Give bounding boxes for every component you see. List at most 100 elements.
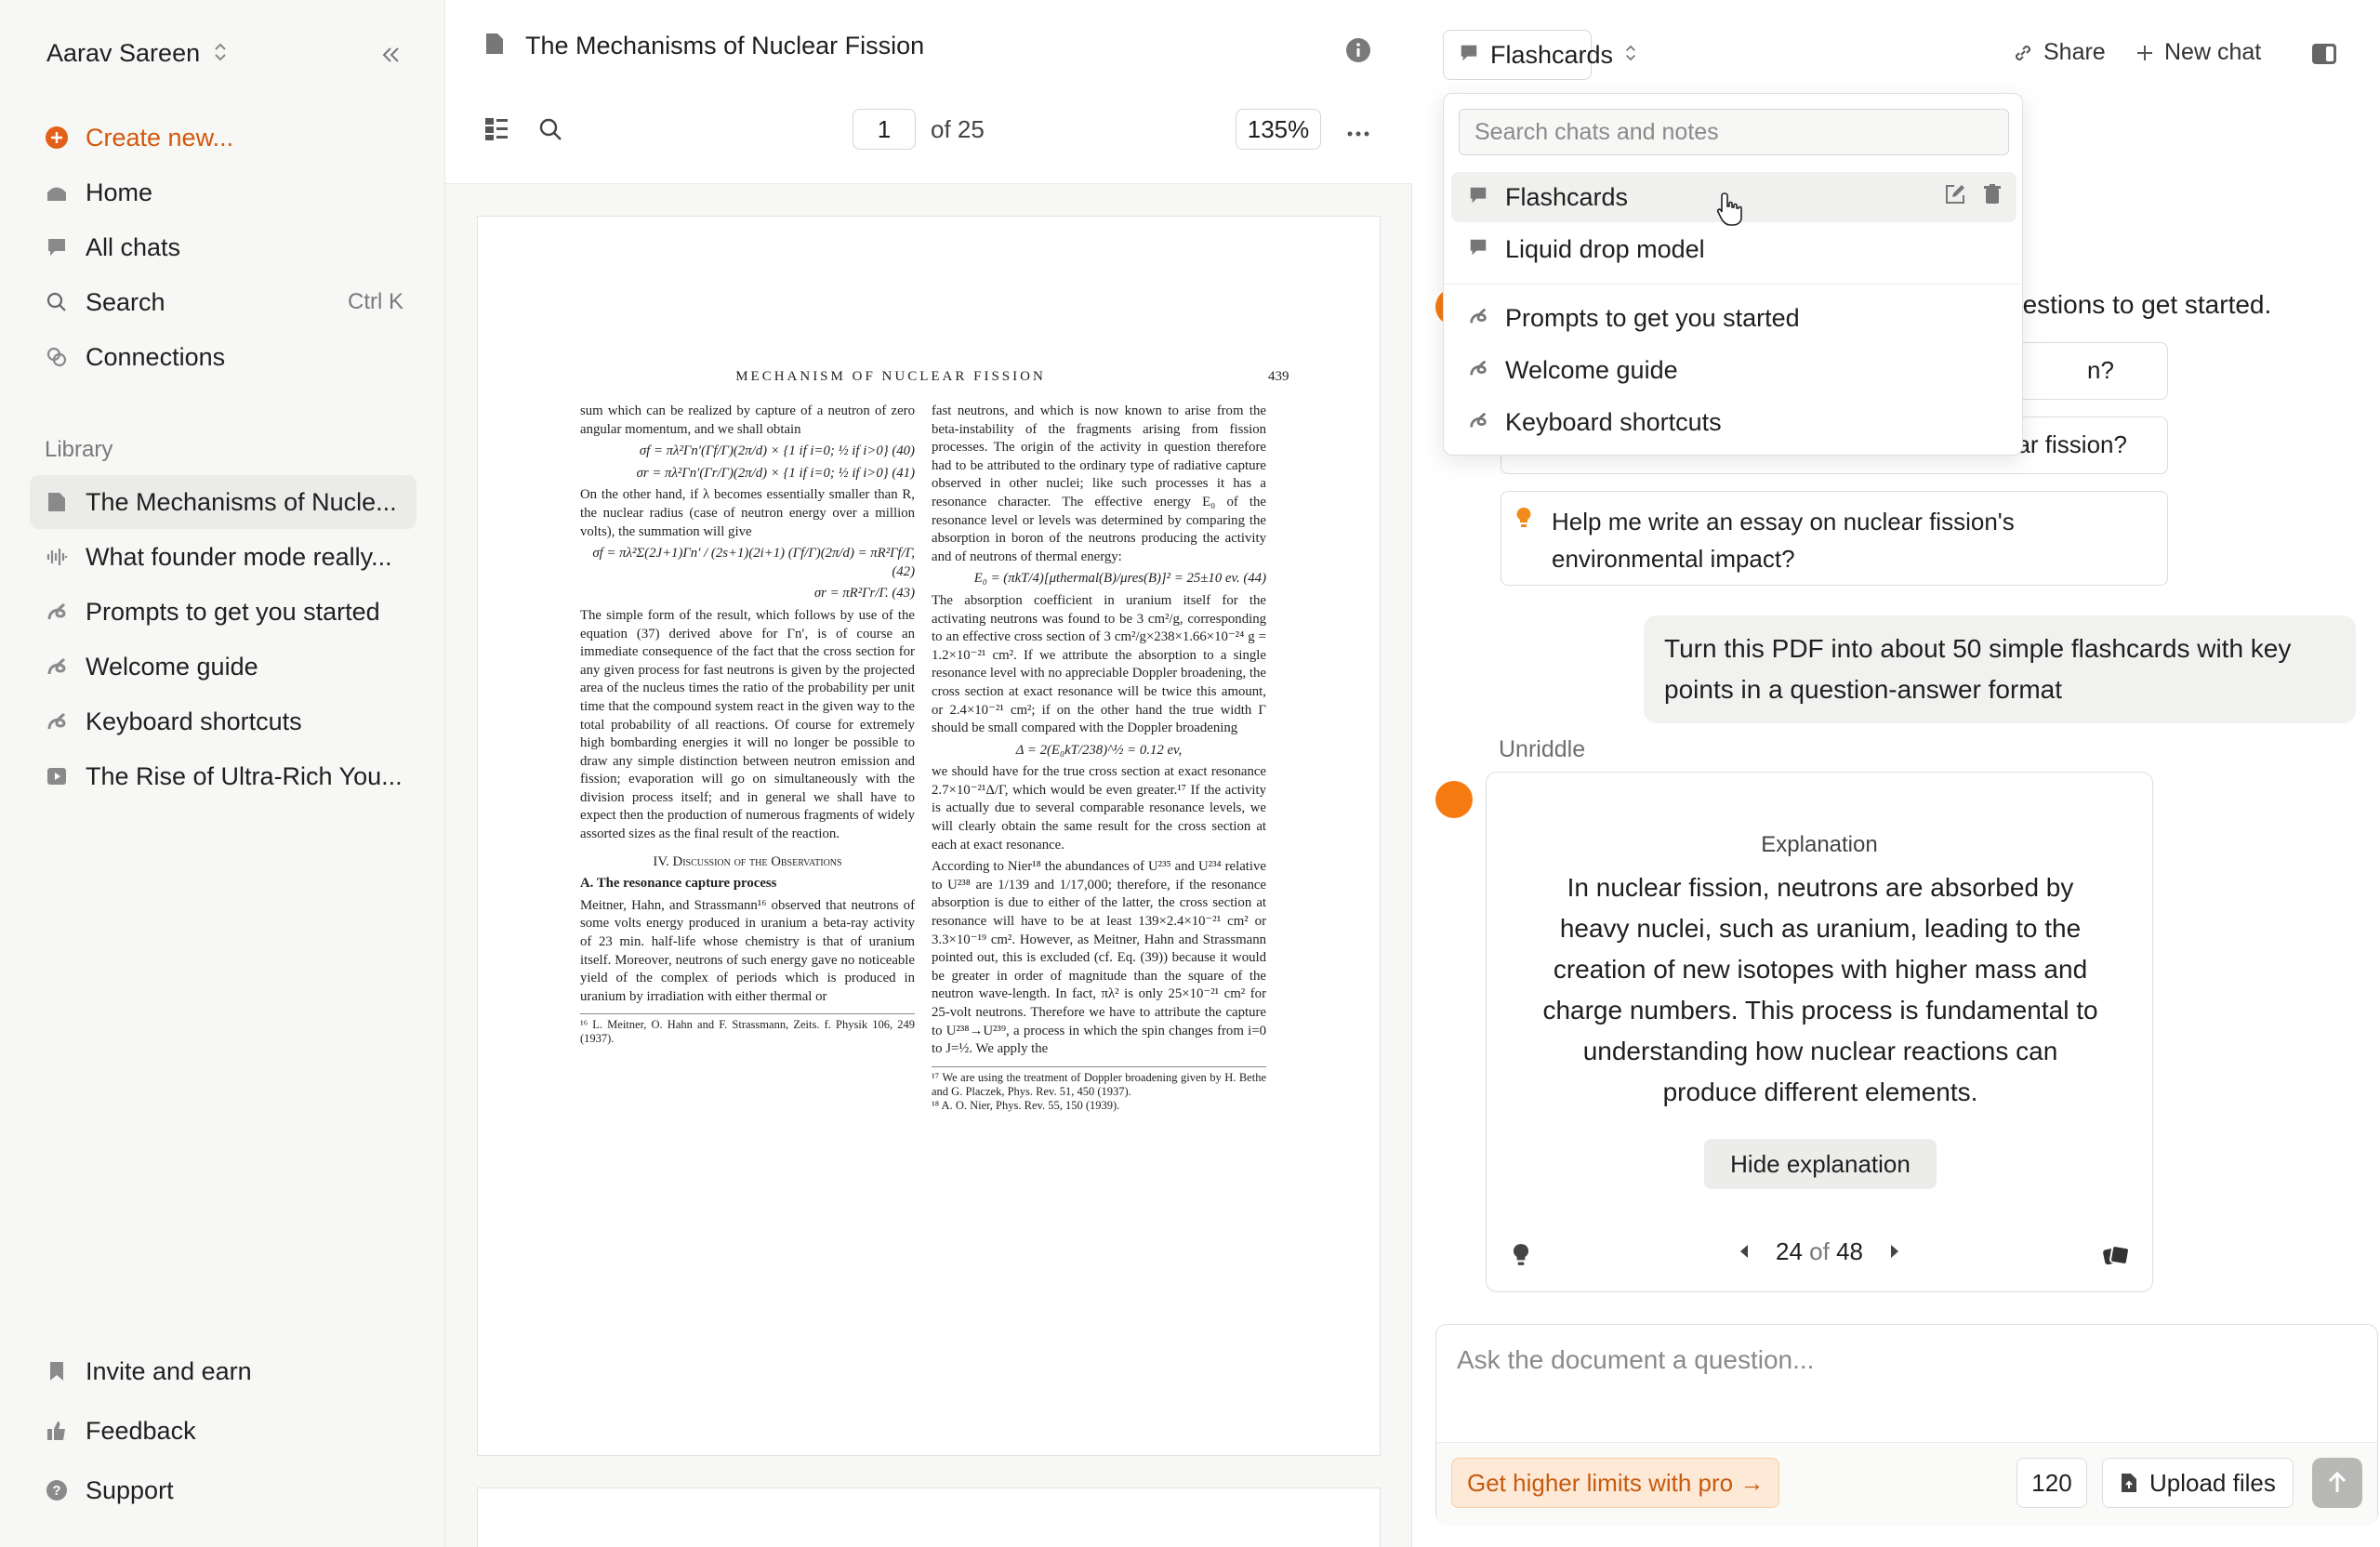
pdf-equation: σf = πλ²Σ(2J+1)Γn′ / (2s+1)(2i+1) (Γf/Γ)… xyxy=(592,546,915,579)
plus-icon xyxy=(2137,45,2152,60)
create-new-label: Create new... xyxy=(86,123,234,152)
info-button[interactable] xyxy=(1345,37,1371,68)
document-title-row: The Mechanisms of Nuclear Fission xyxy=(484,32,924,60)
link-icon xyxy=(2015,45,2031,60)
nav-all-chats-label: All chats xyxy=(86,232,181,261)
library-item-note[interactable]: Welcome guide xyxy=(30,640,416,694)
plus-circle-icon xyxy=(45,126,69,150)
chat-search-input[interactable] xyxy=(1459,109,2009,155)
character-count: 120 xyxy=(2016,1458,2087,1508)
pdf-subsection-heading: A. The resonance capture process xyxy=(580,876,777,892)
dropdown-note-item[interactable]: Welcome guide xyxy=(1451,345,2016,395)
document-title: The Mechanisms of Nuclear Fission xyxy=(525,32,925,60)
chat-bubble-icon xyxy=(1468,235,1488,264)
flashcard: Explanation In nuclear fission, neutrons… xyxy=(1486,772,2153,1292)
delete-button[interactable] xyxy=(1983,183,2002,212)
note-swirl-icon xyxy=(1468,356,1488,385)
library-item-document[interactable]: The Mechanisms of Nucle... xyxy=(30,475,416,529)
ask-input[interactable] xyxy=(1457,1345,2294,1375)
pdf-footnote: ¹⁷ We are using the treatment of Doppler… xyxy=(932,1065,1266,1099)
library-item-label: The Rise of Ultra-Rich You... xyxy=(86,761,403,790)
dropdown-note-item[interactable]: Keyboard shortcuts xyxy=(1451,397,2016,447)
new-chat-button[interactable]: New chat xyxy=(2135,39,2261,66)
library-item-audio[interactable]: What founder mode really... xyxy=(30,530,416,584)
chat-switcher-dropdown: Flashcards Liquid drop model Prompts to … xyxy=(1443,93,2023,456)
ellipsis-icon xyxy=(1347,131,1369,137)
hide-explanation-button[interactable]: Hide explanation xyxy=(1704,1139,1937,1189)
user-message: Turn this PDF into about 50 simple flash… xyxy=(1644,615,2356,723)
chevron-up-down-icon xyxy=(213,41,228,67)
note-swirl-icon xyxy=(45,600,69,624)
chat-bubble-icon xyxy=(1468,183,1488,212)
nav-invite-and-earn[interactable]: Invite and earn xyxy=(30,1344,416,1398)
account-switcher[interactable]: Aarav Sareen xyxy=(46,39,228,68)
pdf-paragraph: The simple form of the result, which fol… xyxy=(580,607,915,842)
edit-button[interactable] xyxy=(1944,183,1966,212)
pdf-page: MECHANISM OF NUCLEAR FISSION 439 sum whi… xyxy=(477,216,1381,1456)
suggestion-button[interactable]: Help me write an essay on nuclear fissio… xyxy=(1501,491,2168,586)
chat-selector[interactable]: Flashcards xyxy=(1443,30,1636,80)
nav-all-chats[interactable]: All chats xyxy=(30,220,416,274)
new-chat-label: New chat xyxy=(2164,39,2262,65)
create-new-button[interactable]: Create new... xyxy=(30,111,416,165)
nav-home[interactable]: Home xyxy=(30,165,416,219)
thumbnails-icon xyxy=(485,118,508,140)
nav-search-label: Search xyxy=(86,287,165,316)
assistant-name: Unriddle xyxy=(1499,736,1586,762)
page-number-input[interactable]: 1 xyxy=(853,109,916,150)
dropdown-item-label: Keyboard shortcuts xyxy=(1505,407,1722,436)
suggestion-text: Help me write an essay on nuclear fissio… xyxy=(1552,508,2015,573)
send-button[interactable] xyxy=(2312,1458,2362,1508)
nav-connections-label: Connections xyxy=(86,342,226,371)
pdf-paragraph: The absorption coefficient in uranium it… xyxy=(932,592,1266,736)
assistant-avatar xyxy=(1435,781,1473,818)
share-button[interactable]: Share xyxy=(2012,39,2106,66)
pdf-paragraph: sum which can be realized by capture of … xyxy=(580,403,915,437)
upgrade-pro-button[interactable]: Get higher limits with pro → xyxy=(1451,1458,1780,1508)
library-item-label: The Mechanisms of Nucle... xyxy=(86,487,397,516)
bookmark-icon xyxy=(45,1359,69,1383)
library-section-label: Library xyxy=(45,437,113,462)
flashcard-pager: 24 of 48 xyxy=(1487,1237,2152,1266)
collapse-sidebar-button[interactable] xyxy=(376,39,407,71)
library-item-label: What founder mode really... xyxy=(86,542,392,571)
library-item-note[interactable]: Keyboard shortcuts xyxy=(30,694,416,748)
library-item-label: Welcome guide xyxy=(86,652,258,681)
suggestions-intro: gestions to get started. xyxy=(2008,290,2272,319)
zoom-selector[interactable]: 135% xyxy=(1236,109,1321,150)
link-icon xyxy=(45,345,69,369)
thumbnails-toggle-button[interactable] xyxy=(483,115,510,143)
pdf-equation: E₀ = (πkT/4)[μthermal(B)/μres(B)]² = 25±… xyxy=(973,571,1266,587)
search-icon xyxy=(539,118,562,140)
nav-search[interactable]: Search Ctrl K xyxy=(30,275,416,329)
help-circle-icon: ? xyxy=(45,1478,69,1502)
library-item-video[interactable]: The Rise of Ultra-Rich You... xyxy=(30,749,416,803)
upload-files-button[interactable]: Upload files xyxy=(2102,1458,2294,1508)
previous-card-button[interactable] xyxy=(1739,1237,1750,1266)
note-swirl-icon xyxy=(45,654,69,679)
pdf-section-heading: IV. Discussion of the Observations xyxy=(653,853,842,869)
sidebar: Aarav Sareen Create new... Home All chat… xyxy=(0,0,445,1547)
lightbulb-icon xyxy=(1516,507,1531,536)
dropdown-chat-item[interactable]: Liquid drop model xyxy=(1451,224,2016,274)
share-label: Share xyxy=(2043,39,2106,65)
edit-icon xyxy=(1946,184,1964,204)
library-item-note[interactable]: Prompts to get you started xyxy=(30,585,416,639)
library-item-label: Prompts to get you started xyxy=(86,597,380,626)
cards-stack-icon xyxy=(2103,1245,2130,1265)
caret-right-icon xyxy=(1891,1245,1898,1258)
dropdown-note-item[interactable]: Prompts to get you started xyxy=(1451,293,2016,343)
nav-feedback[interactable]: Feedback xyxy=(30,1404,416,1458)
chevron-up-down-icon xyxy=(1624,41,1637,70)
nav-connections[interactable]: Connections xyxy=(30,330,416,384)
toggle-panel-button[interactable] xyxy=(2311,43,2337,70)
next-card-button[interactable] xyxy=(1889,1237,1900,1266)
document-search-button[interactable] xyxy=(536,115,564,143)
feedback-label: Feedback xyxy=(86,1416,196,1445)
item-actions xyxy=(1944,183,2002,212)
home-icon xyxy=(45,180,69,205)
pdf-paragraph: fast neutrons, and which is now known to… xyxy=(932,403,1266,564)
card-deck-button[interactable] xyxy=(2102,1243,2130,1272)
nav-support[interactable]: ? Support xyxy=(30,1463,416,1517)
more-options-button[interactable] xyxy=(1347,115,1369,144)
